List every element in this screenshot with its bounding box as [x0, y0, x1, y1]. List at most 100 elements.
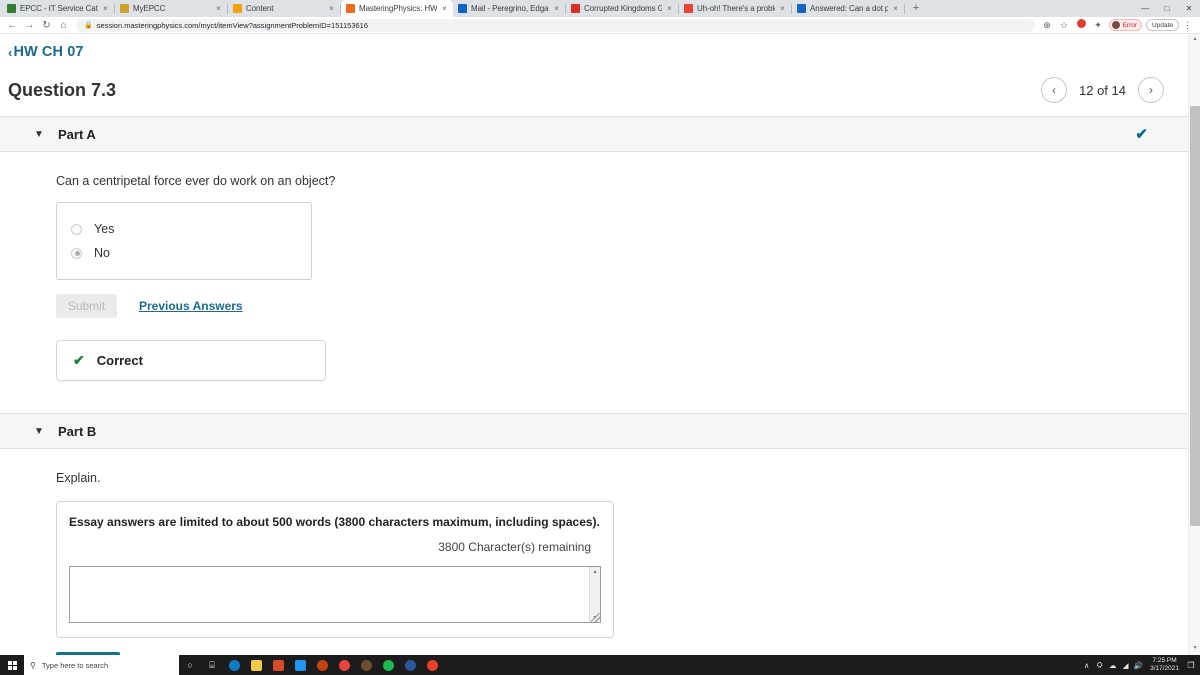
window-close-button[interactable]: ✕ — [1178, 0, 1200, 17]
tab-favicon — [233, 4, 242, 13]
action-center-icon[interactable]: ❐ — [1184, 655, 1198, 675]
page-viewport: ‹ HW CH 07 Question 7.3 ‹ 12 of 14 › ▼ P… — [0, 34, 1200, 655]
tab-close-icon[interactable]: × — [327, 4, 336, 13]
tab-favicon — [684, 4, 693, 13]
taskbar-app-chrome[interactable] — [333, 655, 355, 675]
characters-remaining-label: 3800 Character(s) remaining — [438, 540, 591, 554]
previous-answers-link[interactable]: Previous Answers — [139, 299, 243, 313]
bookmark-star-icon[interactable]: ☆ — [1056, 17, 1073, 34]
tab-strip: EPCC - IT Service Catalog - Black × MyEP… — [0, 0, 1200, 17]
essay-textarea[interactable] — [70, 567, 589, 622]
question-header: Question 7.3 ‹ 12 of 14 › — [0, 60, 1188, 108]
pager-prev-button[interactable]: ‹ — [1041, 77, 1067, 103]
taskbar-app-spotify[interactable] — [377, 655, 399, 675]
part-b-submit-button[interactable]: Submit — [56, 652, 120, 655]
tray-network-icon[interactable]: ◢ — [1119, 661, 1132, 670]
pager-next-button[interactable]: › — [1138, 77, 1164, 103]
breadcrumb[interactable]: ‹ HW CH 07 — [0, 34, 1188, 60]
page-scroll-thumb[interactable] — [1190, 106, 1200, 526]
pager-label: 12 of 14 — [1079, 82, 1126, 98]
window-controls: — □ ✕ — [1134, 0, 1200, 17]
address-bar[interactable]: 🔒 session.masteringphysics.com/myct/item… — [76, 18, 1035, 32]
part-b-body: Explain. Essay answers are limited to ab… — [0, 449, 1188, 655]
tab-close-icon[interactable]: × — [214, 4, 223, 13]
radio-option-yes[interactable]: Yes — [57, 217, 311, 241]
browser-tab-6[interactable]: Uh-oh! There's a problem with y × — [679, 0, 791, 17]
part-a-label: Part A — [58, 126, 96, 142]
browser-tab-3-active[interactable]: MasteringPhysics: HW CH 07 × — [341, 0, 453, 17]
tab-favicon — [7, 4, 16, 13]
cortana-icon[interactable]: ○ — [179, 655, 201, 675]
browser-tab-4[interactable]: Mail - Peregrino, Edgar M. - Out × — [453, 0, 565, 17]
radio-button-icon-selected[interactable] — [71, 247, 82, 259]
browser-menu-icon[interactable]: ⋮ — [1179, 17, 1196, 34]
page-scrollbar[interactable]: ▴ ▾ — [1188, 34, 1200, 655]
page-content: ‹ HW CH 07 Question 7.3 ‹ 12 of 14 › ▼ P… — [0, 34, 1188, 655]
textarea-resize-handle[interactable] — [591, 613, 600, 622]
tab-separator — [904, 3, 905, 14]
feedback-text: Correct — [96, 353, 143, 368]
scroll-up-arrow-icon[interactable]: ▴ — [1189, 34, 1200, 46]
tray-volume-icon[interactable]: 🔊 — [1132, 661, 1145, 670]
forward-icon[interactable]: → — [21, 17, 38, 34]
chevron-down-icon[interactable]: ▼ — [34, 426, 44, 437]
radio-button-icon[interactable] — [71, 223, 82, 235]
part-a-submit-button[interactable]: Submit — [56, 294, 117, 318]
radio-option-no[interactable]: No — [57, 241, 311, 265]
browser-tab-5[interactable]: Corrupted Kingdoms Guide & W × — [566, 0, 678, 17]
tray-expand-chevron-icon[interactable]: ∧ — [1080, 661, 1093, 670]
zoom-icon[interactable]: ⊕ — [1039, 17, 1056, 34]
part-b-actions: Submit Request Answer — [56, 652, 1188, 655]
tab-close-icon[interactable]: × — [891, 4, 900, 13]
tab-close-icon[interactable]: × — [665, 4, 674, 13]
tab-title: Corrupted Kingdoms Guide & W — [584, 3, 662, 13]
profile-error-label: Error — [1122, 21, 1138, 29]
chevron-down-icon[interactable]: ▼ — [34, 129, 44, 140]
part-a-header[interactable]: ▼ Part A ✔ — [0, 116, 1188, 152]
browser-tab-2[interactable]: Content × — [228, 0, 340, 17]
scroll-up-icon[interactable]: ▴ — [593, 568, 596, 575]
taskbar-app-microsoft-store[interactable] — [267, 655, 289, 675]
tab-close-icon[interactable]: × — [552, 4, 561, 13]
taskbar-app-file-explorer[interactable] — [245, 655, 267, 675]
tab-favicon — [571, 4, 580, 13]
new-tab-button[interactable]: + — [908, 1, 924, 17]
puzzle-extensions-icon[interactable]: ✦ — [1090, 17, 1107, 34]
taskbar-app-todo[interactable] — [399, 655, 421, 675]
extension-badge-icon[interactable] — [1073, 17, 1090, 34]
tab-close-icon[interactable]: × — [778, 4, 787, 13]
taskbar-search-box[interactable]: ⚲ Type here to search — [24, 655, 179, 675]
update-button[interactable]: Update — [1146, 19, 1179, 31]
tab-close-icon[interactable]: × — [440, 4, 449, 13]
browser-tab-7[interactable]: Answered: Can a dot product ev × — [792, 0, 904, 17]
tab-close-icon[interactable]: × — [101, 4, 110, 13]
taskbar-app-opera[interactable] — [421, 655, 443, 675]
window-maximize-button[interactable]: □ — [1156, 0, 1178, 17]
part-a-feedback-correct: ✔ Correct — [56, 340, 326, 381]
window-minimize-button[interactable]: — — [1134, 0, 1156, 17]
part-b-header[interactable]: ▼ Part B — [0, 413, 1188, 449]
browser-tab-1[interactable]: MyEPCC × — [115, 0, 227, 17]
taskbar-app-edge[interactable] — [223, 655, 245, 675]
browser-tab-0[interactable]: EPCC - IT Service Catalog - Black × — [2, 0, 114, 17]
radio-label-no: No — [94, 246, 110, 260]
part-a-answer-box: Yes No — [56, 202, 312, 280]
tray-safely-remove-icon[interactable]: ⛭ — [1093, 660, 1106, 670]
reload-icon[interactable]: ↻ — [38, 17, 55, 34]
tray-onedrive-cloud-icon[interactable]: ☁ — [1106, 661, 1119, 670]
back-icon[interactable]: ← — [4, 17, 21, 34]
task-view-icon[interactable]: ⌸ — [201, 655, 223, 675]
toolbar-right-actions: ⊕ ☆ ✦ Error Update ⋮ — [1039, 17, 1196, 34]
browser-toolbar: ← → ↻ ⌂ 🔒 session.masteringphysics.com/m… — [0, 17, 1200, 34]
part-a-prompt: Can a centripetal force ever do work on … — [56, 174, 336, 188]
start-button[interactable] — [0, 655, 24, 675]
scroll-down-arrow-icon[interactable]: ▾ — [1189, 643, 1200, 655]
home-icon[interactable]: ⌂ — [55, 17, 72, 34]
taskbar-app-game[interactable] — [355, 655, 377, 675]
taskbar-app-firefox[interactable] — [311, 655, 333, 675]
profile-avatar-button[interactable]: Error — [1108, 19, 1143, 31]
taskbar-app-mail[interactable] — [289, 655, 311, 675]
system-tray: ∧ ⛭ ☁ ◢ 🔊 7:25 PM 3/17/2021 ❐ — [1080, 655, 1200, 675]
search-icon: ⚲ — [30, 660, 36, 670]
taskbar-clock[interactable]: 7:25 PM 3/17/2021 — [1150, 657, 1179, 673]
